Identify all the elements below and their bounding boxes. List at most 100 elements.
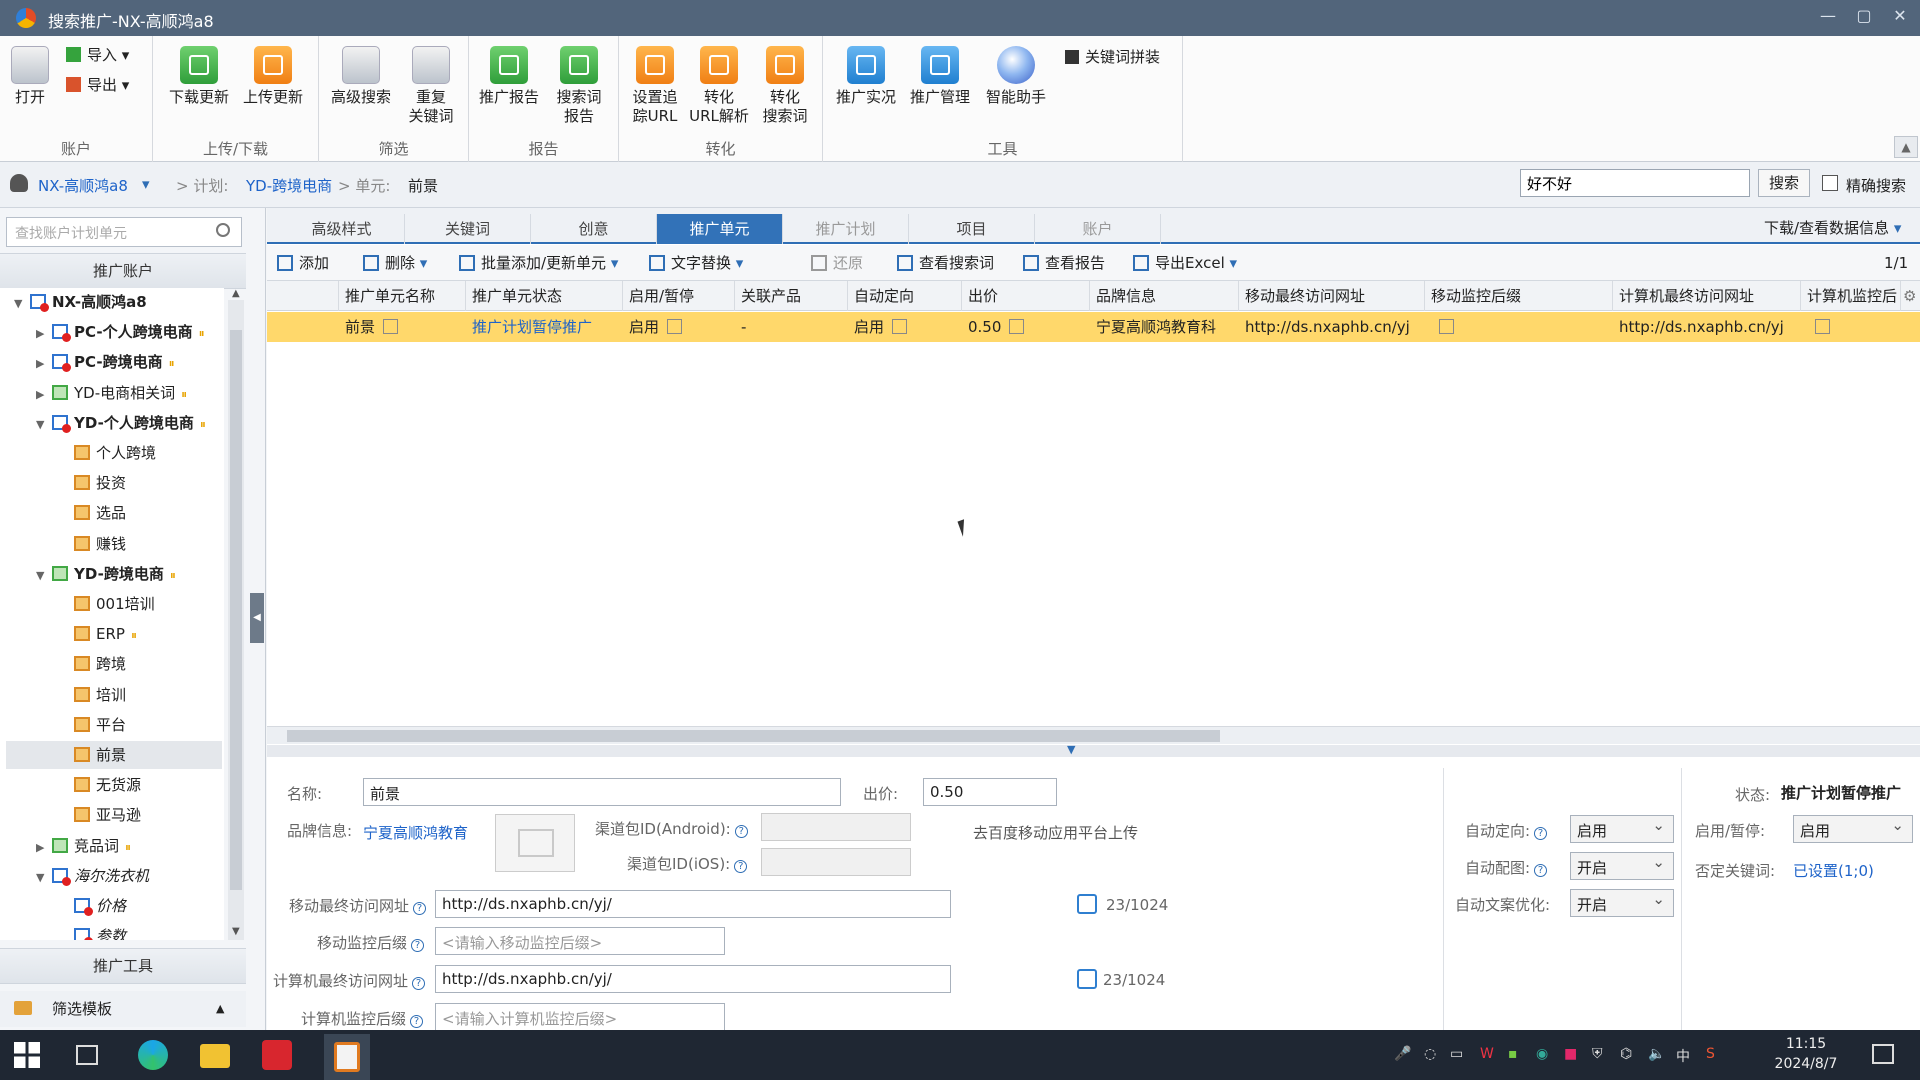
column-header[interactable]: 计算机监控后 — [1801, 281, 1901, 311]
column-header[interactable]: 启用/暂停 — [623, 281, 735, 311]
tree-node[interactable]: ▶ YD-电商相关词 ⏸ — [36, 379, 224, 407]
view-search-terms-button[interactable]: 查看搜索词 — [897, 251, 994, 275]
import-button[interactable]: 导入 ▾ — [66, 44, 129, 65]
edge-icon[interactable] — [138, 1040, 168, 1070]
edit-icon[interactable] — [892, 319, 908, 334]
cell-mobile-url[interactable]: http://ds.nxaphb.cn/yj — [1239, 312, 1425, 342]
tree-node[interactable]: ▼ YD-跨境电商 ⏸ — [36, 560, 224, 588]
set-tracking-url-button[interactable]: 设置追 踪URL — [625, 46, 685, 126]
help-icon[interactable]: ? — [410, 1015, 424, 1028]
negative-keyword-link[interactable]: 已设置(1;0) — [1793, 860, 1874, 881]
column-header[interactable]: 移动最终访问网址 — [1239, 281, 1425, 311]
cell-enabled[interactable]: 启用 — [623, 312, 735, 342]
help-icon[interactable]: ? — [413, 902, 427, 915]
tree-node[interactable]: ▶ PC-个人跨境电商 ⏸ — [36, 318, 224, 346]
download-info-link[interactable]: 下载/查看数据信息 ▾ — [1764, 217, 1901, 238]
cell-bid[interactable]: 0.50 — [962, 312, 1090, 342]
column-settings-icon[interactable]: ⚙ — [1903, 287, 1916, 305]
add-button[interactable]: 添加 — [277, 251, 329, 275]
bid-field[interactable]: 0.50 — [923, 778, 1057, 806]
tree-node[interactable]: 价格 — [58, 892, 224, 920]
open-button[interactable]: 打开 — [8, 46, 52, 107]
help-icon[interactable]: ? — [1534, 827, 1548, 840]
tree-node[interactable]: 001培训 — [58, 590, 224, 618]
tree-node[interactable]: 投资 — [58, 469, 224, 497]
minimize-button[interactable]: — — [1816, 6, 1840, 28]
tree-node[interactable]: 平台 — [58, 711, 224, 739]
scrollbar-thumb[interactable] — [287, 730, 1220, 742]
mobile-url-field[interactable]: http://ds.nxaphb.cn/yj/ — [435, 890, 951, 918]
file-explorer-icon[interactable] — [200, 1044, 230, 1068]
cell-auto-target[interactable]: 启用 — [848, 312, 962, 342]
conversion-url-button[interactable]: 转化 URL解析 — [687, 46, 751, 126]
tree-node[interactable]: 赚钱 — [58, 530, 224, 558]
tree-node[interactable]: ▶ PC-跨境电商 ⏸ — [36, 348, 224, 376]
auto-copy-select[interactable]: 开启 — [1570, 889, 1674, 917]
download-update-button[interactable]: 下载更新 — [163, 46, 235, 107]
tab-project[interactable]: 项目 — [909, 214, 1035, 244]
tray-red-icon[interactable]: ■ — [1564, 1046, 1577, 1062]
breadcrumb-account[interactable]: NX-高顺鸿a8 — [38, 175, 128, 196]
name-field[interactable]: 前景 — [363, 778, 841, 806]
sidebar-collapse-handle[interactable]: ◀ — [250, 593, 264, 643]
mic-icon[interactable]: 🎤 — [1394, 1046, 1411, 1062]
conversion-search-button[interactable]: 转化 搜索词 — [753, 46, 817, 126]
network-icon[interactable]: ⌬ — [1620, 1046, 1632, 1062]
tree-node[interactable]: 无货源 — [58, 771, 224, 799]
ime-indicator[interactable]: 中 — [1676, 1046, 1690, 1066]
tree-node[interactable]: ▼ YD-个人跨境电商 ⏸ — [36, 409, 224, 437]
account-dropdown-icon[interactable]: ▾ — [142, 175, 150, 193]
nvidia-icon[interactable]: ▪ — [1508, 1046, 1518, 1062]
batch-add-button[interactable]: 批量添加/更新单元 ▾ — [459, 251, 618, 275]
column-header[interactable]: 推广单元状态 — [466, 281, 623, 311]
tree-node[interactable]: ERP ⏸ — [58, 620, 224, 648]
shield-icon[interactable]: ⛨ — [1592, 1046, 1603, 1062]
grid-horizontal-scrollbar[interactable] — [267, 726, 1920, 744]
tree-node[interactable]: 培训 — [58, 681, 224, 709]
notification-icon[interactable] — [1872, 1044, 1894, 1064]
cell-brand[interactable]: 宁夏高顺鸿教育科 — [1090, 312, 1239, 342]
help-icon[interactable]: ? — [734, 860, 748, 873]
pc-url-field[interactable]: http://ds.nxaphb.cn/yj/ — [435, 965, 951, 993]
sidebar-search-input[interactable]: 查找账户计划单元 — [6, 217, 242, 247]
tree-toggle-icon[interactable]: ▶ — [36, 350, 48, 378]
tree-toggle-icon[interactable]: ▼ — [36, 864, 48, 892]
mobile-suffix-field[interactable]: <请输入移动监控后缀> — [435, 927, 725, 955]
open-link-icon[interactable] — [1077, 894, 1097, 914]
tab-advanced-style[interactable]: 高级样式 — [279, 214, 405, 244]
task-view-icon[interactable] — [76, 1045, 98, 1065]
volume-icon[interactable]: 🔈 — [1648, 1046, 1665, 1062]
tab-creative[interactable]: 创意 — [531, 214, 657, 244]
tree-node[interactable]: ▼ NX-高顺鸿a8 — [14, 288, 224, 316]
column-header[interactable]: 推广单元名称 — [339, 281, 466, 311]
tree-toggle-icon[interactable]: ▶ — [36, 320, 48, 348]
filter-template-panel[interactable]: 筛选模板 ▲ — [0, 991, 246, 1027]
column-header-select[interactable] — [267, 281, 339, 311]
tree-node[interactable]: 跨境 — [58, 650, 224, 678]
maximize-button[interactable]: ▢ — [1852, 6, 1876, 28]
column-header[interactable]: 自动定向 — [848, 281, 962, 311]
upload-update-button[interactable]: 上传更新 — [237, 46, 309, 107]
scroll-down-icon[interactable]: ▼ — [232, 926, 240, 937]
table-row[interactable]: 前景 推广计划暂停推广 启用 - 启用 0.50 宁夏高顺鸿教育科 http:/… — [267, 312, 1920, 342]
cell-pc-url[interactable]: http://ds.nxaphb.cn/yj — [1613, 312, 1801, 342]
active-app-button[interactable] — [324, 1034, 370, 1080]
tree-toggle-icon[interactable]: ▼ — [36, 562, 48, 590]
restore-button[interactable]: 还原 — [811, 251, 863, 275]
text-replace-button[interactable]: 文字替换 ▾ — [649, 251, 743, 275]
edit-icon[interactable] — [1815, 319, 1830, 334]
search-term-report-button[interactable]: 搜索词 报告 — [547, 46, 611, 126]
export-button[interactable]: 导出 ▾ — [66, 74, 129, 95]
smart-assistant-button[interactable]: 智能助手 — [983, 46, 1049, 107]
edit-icon[interactable] — [1439, 319, 1454, 334]
column-header[interactable]: 计算机最终访问网址 — [1613, 281, 1801, 311]
cell-mobile-suffix[interactable] — [1425, 312, 1613, 342]
start-icon[interactable] — [14, 1042, 40, 1068]
splitter-toggle-icon[interactable]: ▼ — [1067, 743, 1075, 756]
tree-scrollbar[interactable] — [228, 300, 244, 940]
column-header[interactable]: 关联产品 — [735, 281, 848, 311]
collapse-ribbon-button[interactable]: ▲ — [1894, 136, 1918, 158]
wps-tray-icon[interactable]: W — [1480, 1046, 1494, 1062]
tree-toggle-icon[interactable]: ▶ — [36, 381, 48, 409]
clock-date[interactable]: 2024/8/7 — [1768, 1056, 1844, 1072]
